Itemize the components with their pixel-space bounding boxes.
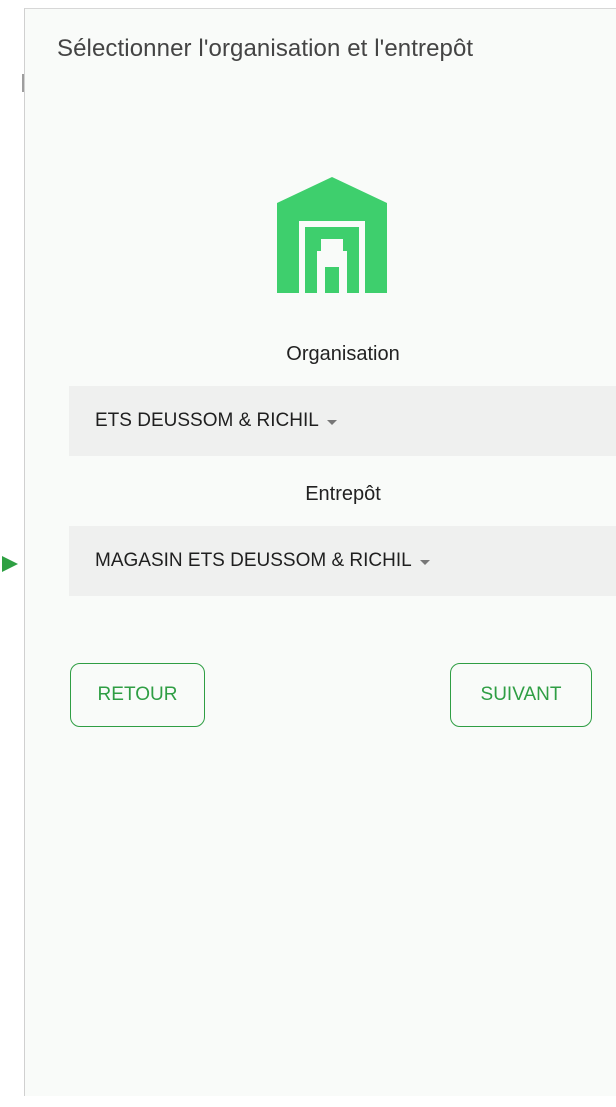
warehouse-select[interactable]: MAGASIN ETS DEUSSOM & RICHIL bbox=[69, 526, 616, 596]
app-screen: Sélectionner l'organisation et l'entrepô… bbox=[24, 8, 616, 1096]
caret-down-icon bbox=[326, 419, 337, 425]
next-button[interactable]: SUIVANT bbox=[450, 663, 592, 727]
organisation-label: Organisation bbox=[286, 343, 400, 365]
warehouse-select-value: MAGASIN ETS DEUSSOM & RICHIL bbox=[95, 550, 412, 571]
pointer-arrow-icon bbox=[2, 556, 18, 572]
warehouse-icon bbox=[277, 177, 387, 293]
organisation-select[interactable]: ETS DEUSSOM & RICHIL bbox=[69, 386, 616, 456]
caret-down-icon bbox=[419, 559, 430, 565]
page-title: Sélectionner l'organisation et l'entrepô… bbox=[57, 35, 474, 62]
organisation-select-value: ETS DEUSSOM & RICHIL bbox=[95, 410, 319, 431]
warehouse-label: Entrepôt bbox=[305, 483, 381, 505]
back-button[interactable]: RETOUR bbox=[70, 663, 205, 727]
